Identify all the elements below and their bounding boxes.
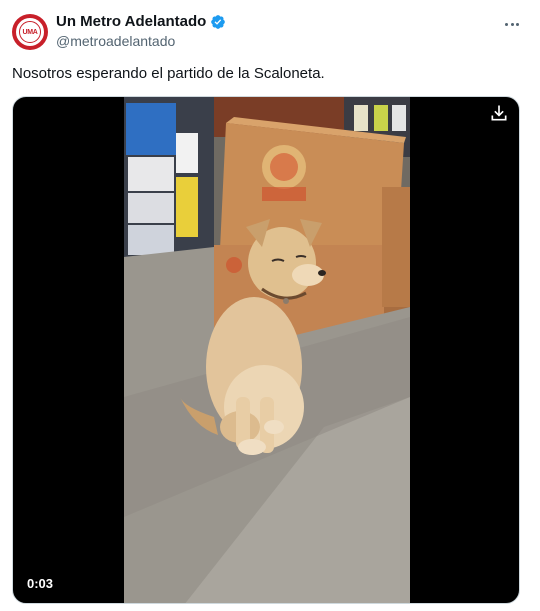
avatar-logo-text: UMA — [19, 21, 41, 43]
tweet-card: UMA Un Metro Adelantado @metroadelantado… — [0, 0, 540, 611]
author-handle[interactable]: @metroadelantado — [56, 33, 175, 49]
author-name-row: Un Metro Adelantado — [56, 13, 226, 30]
more-icon-dot — [510, 22, 514, 26]
tweet-text: Nosotros esperando el partido de la Scal… — [12, 65, 325, 82]
download-icon[interactable] — [489, 103, 509, 123]
more-icon-dot — [515, 22, 519, 26]
video-timestamp: 0:03 — [27, 576, 54, 591]
author-avatar[interactable]: UMA — [12, 14, 48, 50]
video-frame — [124, 97, 410, 603]
avatar-ring: UMA — [16, 18, 44, 46]
more-icon-dot — [505, 22, 509, 26]
author-display-name[interactable]: Un Metro Adelantado — [56, 13, 206, 30]
more-options-button[interactable] — [500, 12, 524, 36]
verified-badge-icon — [211, 14, 226, 29]
video-player[interactable]: 0:03 — [12, 96, 520, 604]
